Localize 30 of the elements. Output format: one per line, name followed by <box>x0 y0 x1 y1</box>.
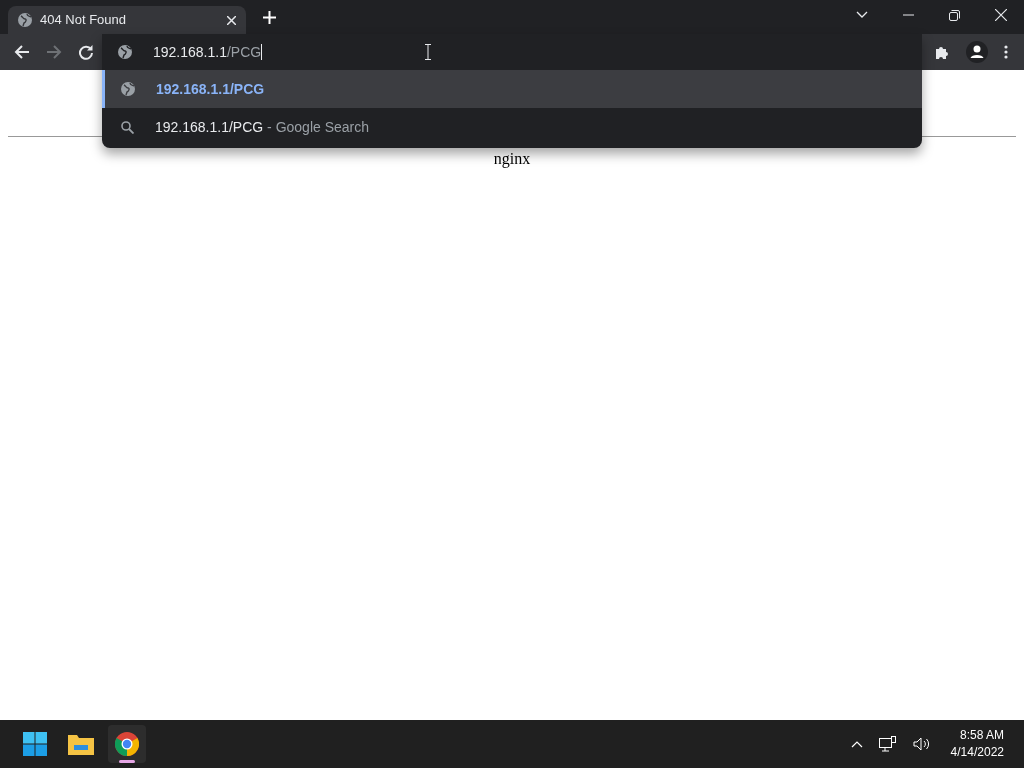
close-tab-icon[interactable] <box>227 15 236 25</box>
globe-icon <box>18 13 32 27</box>
suggestion-item[interactable]: 192.168.1.1/PCG <box>102 70 922 108</box>
server-name: nginx <box>493 149 531 170</box>
browser-logo-icon <box>115 732 139 756</box>
folder-icon <box>68 733 94 755</box>
extensions-icon[interactable] <box>934 44 950 60</box>
browser-tab[interactable]: 404 Not Found <box>8 6 246 34</box>
network-icon[interactable] <box>878 736 897 752</box>
close-icon[interactable] <box>995 9 1007 21</box>
chrome-button[interactable] <box>108 725 146 763</box>
new-tab-icon[interactable] <box>263 11 276 24</box>
globe-icon <box>118 45 132 59</box>
back-arrow-icon <box>14 44 30 60</box>
clock-date: 4/14/2022 <box>950 744 1004 761</box>
tab-search-icon[interactable] <box>856 11 868 19</box>
chevron-up-icon[interactable] <box>850 740 863 748</box>
profile-icon[interactable] <box>966 41 988 63</box>
volume-icon[interactable] <box>912 737 931 751</box>
clock-time: 8:58 AM <box>958 727 1004 744</box>
address-field[interactable]: 192.168.1.1/PCG <box>153 41 263 63</box>
reload-icon <box>78 44 94 60</box>
menu-icon[interactable] <box>1004 45 1008 59</box>
forward-arrow-icon <box>46 44 62 60</box>
windows-logo-icon <box>23 732 47 756</box>
text-cursor-icon <box>424 44 433 60</box>
restore-icon[interactable] <box>949 9 960 21</box>
search-icon <box>121 120 134 134</box>
globe-icon <box>121 82 135 96</box>
suggestion-item[interactable]: 192.168.1.1/PCG - Google Search <box>102 108 922 146</box>
